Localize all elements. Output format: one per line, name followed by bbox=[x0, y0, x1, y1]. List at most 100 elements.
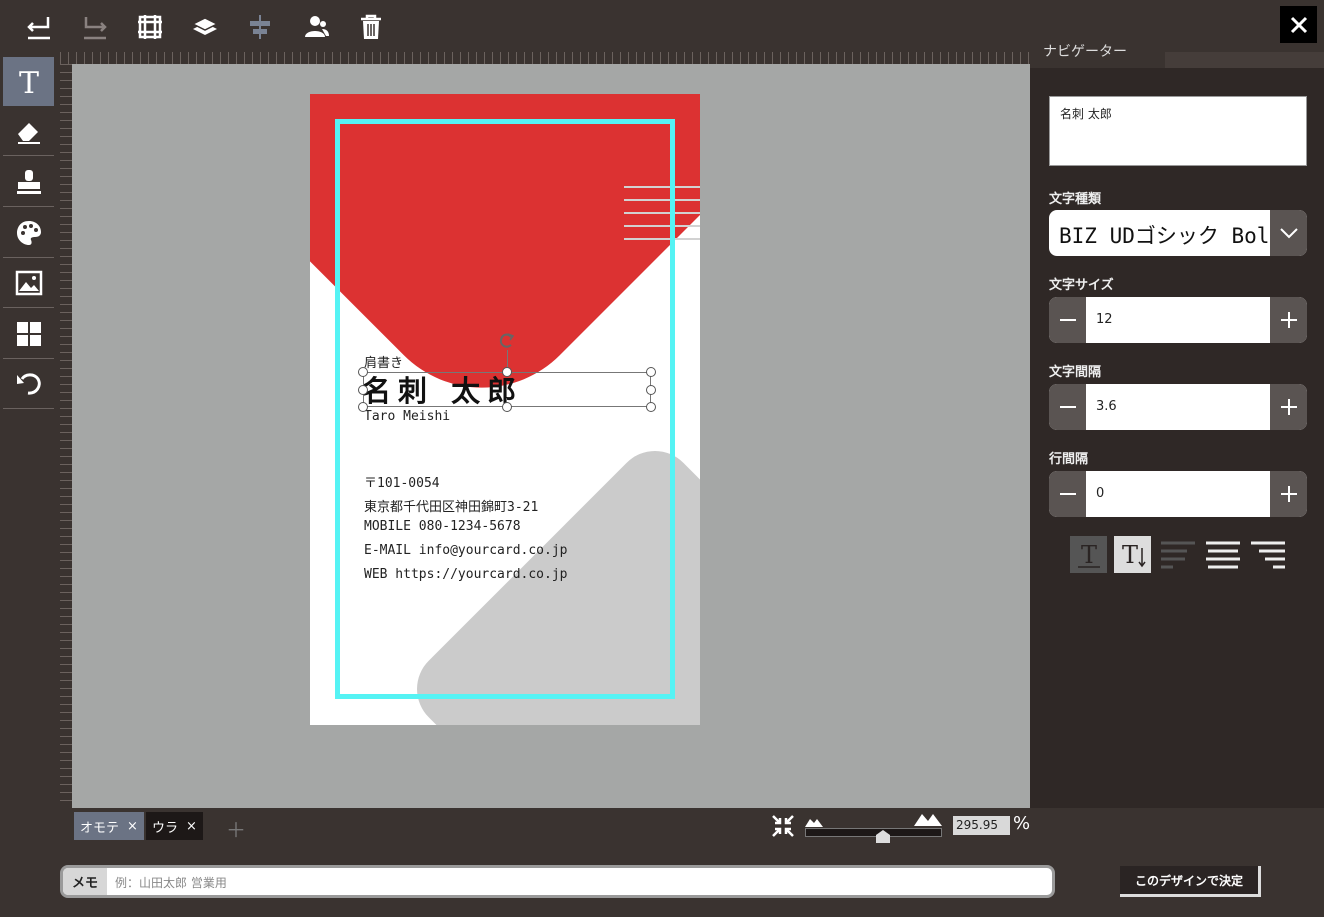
align-button[interactable] bbox=[240, 8, 280, 46]
person-button[interactable] bbox=[296, 8, 336, 46]
stamp-tool-button[interactable] bbox=[3, 158, 54, 207]
layers-icon bbox=[191, 17, 219, 35]
shrink-icon bbox=[772, 815, 794, 837]
spacing-stepper[interactable]: 3.6 bbox=[1049, 384, 1307, 430]
eraser-icon bbox=[17, 123, 40, 144]
text-content-area[interactable]: 名刺 太郎 bbox=[1049, 96, 1307, 166]
resize-handle[interactable] bbox=[358, 385, 368, 395]
spacing-value[interactable]: 3.6 bbox=[1096, 399, 1117, 414]
card-email-text[interactable]: E-MAIL info@yourcard.co.jp bbox=[364, 543, 568, 558]
reset-tool-button[interactable] bbox=[3, 360, 54, 409]
text-tool-button[interactable]: T bbox=[3, 57, 54, 106]
resize-handle[interactable] bbox=[646, 402, 656, 412]
page-tab-back[interactable]: ウラ × bbox=[146, 812, 203, 840]
palette-icon bbox=[16, 221, 41, 245]
rotate-handle-icon[interactable] bbox=[498, 332, 516, 350]
grid-button[interactable] bbox=[130, 8, 170, 46]
zoom-out-icon[interactable] bbox=[805, 817, 823, 827]
stamp-icon bbox=[16, 170, 41, 194]
zoom-slider[interactable] bbox=[805, 828, 942, 837]
undo-button[interactable] bbox=[19, 8, 59, 46]
zoom-value-input[interactable]: 295.95 bbox=[953, 816, 1010, 835]
line-spacing-stepper[interactable]: 0 bbox=[1049, 471, 1307, 517]
minus-icon bbox=[1059, 406, 1076, 408]
align-center-icon bbox=[250, 15, 270, 39]
font-select-value: BIZ UDゴシック Bold bbox=[1059, 224, 1283, 248]
undo-icon bbox=[27, 17, 50, 40]
card-mobile-text[interactable]: MOBILE 080-1234-5678 bbox=[364, 519, 521, 534]
close-button[interactable] bbox=[1280, 6, 1317, 43]
zoom-in-icon[interactable] bbox=[914, 812, 942, 826]
plus-icon bbox=[1280, 312, 1297, 328]
svg-text:T: T bbox=[18, 67, 38, 97]
redo-button[interactable] bbox=[75, 8, 115, 46]
grid-icon bbox=[138, 15, 162, 39]
spacing-decrease-button[interactable] bbox=[1049, 384, 1086, 430]
align-center-text-icon bbox=[1205, 541, 1240, 568]
spacing-increase-button[interactable] bbox=[1270, 384, 1307, 430]
eraser-tool-button[interactable] bbox=[3, 107, 54, 156]
trash-icon bbox=[361, 14, 381, 39]
page-tab-front[interactable]: オモテ × bbox=[74, 812, 144, 840]
line-spacing-decrease-button[interactable] bbox=[1049, 471, 1086, 517]
horizontal-text-button[interactable]: T bbox=[1070, 536, 1107, 573]
align-left-button[interactable] bbox=[1159, 536, 1196, 573]
vertical-text-button[interactable]: T bbox=[1114, 536, 1151, 573]
minus-icon bbox=[1059, 319, 1076, 321]
size-stepper[interactable]: 12 bbox=[1049, 297, 1307, 343]
size-value[interactable]: 12 bbox=[1096, 312, 1113, 327]
zoom-slider-thumb[interactable] bbox=[876, 830, 890, 843]
line-spacing-value[interactable]: 0 bbox=[1096, 486, 1104, 501]
image-tool-button[interactable] bbox=[3, 259, 54, 308]
page-tab-front-label: オモテ bbox=[80, 820, 120, 836]
resize-handle[interactable] bbox=[502, 367, 512, 377]
vertical-text-icon: T bbox=[1121, 541, 1146, 569]
delete-button[interactable] bbox=[351, 8, 391, 46]
align-center-button[interactable] bbox=[1204, 536, 1241, 573]
resize-handle[interactable] bbox=[646, 367, 656, 377]
color-tool-button[interactable] bbox=[3, 209, 54, 258]
resize-handle[interactable] bbox=[358, 402, 368, 412]
fit-zoom-button[interactable] bbox=[771, 814, 795, 842]
redo-icon bbox=[84, 17, 107, 40]
page-tab-back-label: ウラ bbox=[152, 820, 179, 836]
minus-icon bbox=[1059, 493, 1076, 495]
align-right-button[interactable] bbox=[1249, 536, 1286, 573]
spacing-label: 文字間隔 bbox=[1049, 365, 1102, 380]
align-right-icon bbox=[1250, 541, 1285, 568]
size-increase-button[interactable] bbox=[1270, 297, 1307, 343]
card-web-text[interactable]: WEB https://yourcard.co.jp bbox=[364, 567, 568, 582]
font-select[interactable]: BIZ UDゴシック Bold bbox=[1049, 210, 1307, 256]
close-front-icon[interactable]: × bbox=[127, 819, 138, 834]
line-spacing-increase-button[interactable] bbox=[1270, 471, 1307, 517]
svg-text:T: T bbox=[1080, 541, 1096, 569]
template-tool-button[interactable] bbox=[3, 310, 54, 359]
card-address-text[interactable]: 東京都千代田区神田錦町3-21 bbox=[364, 496, 538, 515]
design-canvas[interactable]: 肩書き 名刺 太郎 Taro Meishi 〒101-0054 東京都千代田区神… bbox=[72, 64, 1030, 808]
card-postal-text[interactable]: 〒101-0054 bbox=[364, 472, 440, 491]
resize-handle[interactable] bbox=[358, 367, 368, 377]
business-card[interactable]: 肩書き 名刺 太郎 Taro Meishi 〒101-0054 東京都千代田区神… bbox=[310, 94, 700, 725]
card-roman-name-text[interactable]: Taro Meishi bbox=[364, 409, 450, 424]
text-tool-icon: T bbox=[18, 67, 38, 97]
close-back-icon[interactable]: × bbox=[186, 819, 197, 834]
memo-label: メモ bbox=[63, 868, 107, 895]
add-page-icon[interactable]: ＋ bbox=[226, 814, 246, 843]
plus-icon bbox=[1280, 399, 1297, 415]
size-decrease-button[interactable] bbox=[1049, 297, 1086, 343]
resize-handle[interactable] bbox=[502, 402, 512, 412]
memo-input[interactable]: 例：山田太郎 営業用 bbox=[115, 874, 227, 891]
decide-design-button[interactable]: このデザインで決定 bbox=[1120, 866, 1261, 897]
navigator-tab[interactable]: ナビゲーター bbox=[1030, 32, 1170, 68]
navigator-panel: 名刺 太郎 文字種類 BIZ UDゴシック Bold 文字サイズ 12 文字間隔… bbox=[1030, 68, 1324, 808]
plus-icon bbox=[1280, 486, 1297, 502]
footer-bar: メモ 例：山田太郎 営業用 このデザインで決定 bbox=[0, 844, 1324, 917]
align-left-icon bbox=[1160, 541, 1195, 568]
font-dropdown-button[interactable] bbox=[1270, 210, 1307, 256]
font-label: 文字種類 bbox=[1049, 192, 1102, 207]
layers-button[interactable] bbox=[185, 8, 225, 46]
zoom-unit: % bbox=[1013, 813, 1031, 834]
resize-handle[interactable] bbox=[646, 385, 656, 395]
memo-field[interactable]: メモ 例：山田太郎 営業用 bbox=[60, 865, 1055, 898]
panel-header-bar bbox=[1165, 52, 1324, 68]
